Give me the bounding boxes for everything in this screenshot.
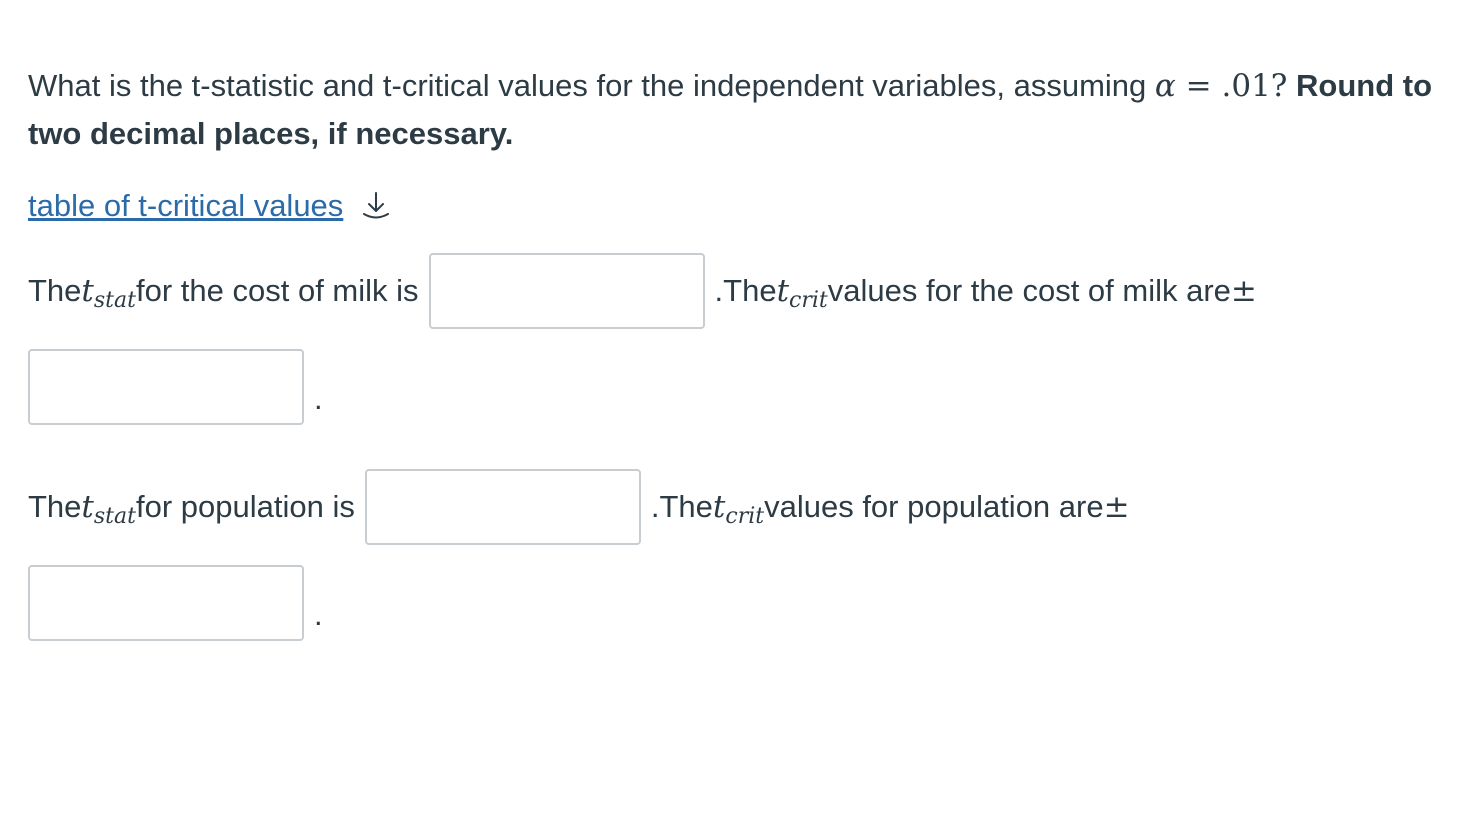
milk-tcrit-symbol: t	[776, 273, 790, 309]
population-plus-minus: ±	[1103, 489, 1130, 525]
population-end-period: .	[314, 597, 323, 632]
question-text: What is the t-statistic and t-critical v…	[28, 62, 1448, 158]
milk-stat-prefix: The	[28, 273, 82, 308]
population-tstat-line: The t stat for population is . The t crit …	[28, 469, 1130, 545]
milk-tcrit-input[interactable]	[28, 349, 304, 425]
population-period: .	[650, 489, 660, 524]
population-t-symbol: t	[81, 489, 94, 525]
alpha-value: .01?	[1221, 68, 1288, 104]
population-crit-prefix: The	[659, 489, 713, 524]
population-crit-label: values for population are	[764, 489, 1104, 524]
population-stat-label: for population is	[135, 489, 355, 524]
milk-tstat-input[interactable]	[428, 253, 705, 329]
milk-plus-minus: ±	[1230, 273, 1257, 309]
milk-period: .	[714, 273, 724, 308]
t-critical-table-link[interactable]: table of t-critical values	[28, 188, 343, 224]
alpha-symbol: α	[1154, 68, 1176, 104]
milk-crit-label: values for the cost of milk are	[827, 273, 1231, 308]
question-prompt: What is the t-statistic and t-critical v…	[28, 68, 1155, 103]
milk-stat-label: for the cost of milk is	[135, 273, 419, 308]
milk-crit-subscript: crit	[789, 287, 828, 313]
milk-crit-prefix: The	[723, 273, 777, 308]
milk-stat-subscript: stat	[93, 287, 136, 313]
download-arrow-icon[interactable]	[359, 189, 393, 223]
population-stat-subscript: stat	[93, 503, 136, 529]
population-tcrit-input[interactable]	[28, 565, 304, 641]
milk-t-symbol: t	[81, 273, 94, 309]
milk-tstat-line: The t stat for the cost of milk is . The …	[28, 253, 1257, 329]
population-stat-prefix: The	[28, 489, 82, 524]
quiz-question-page: What is the t-statistic and t-critical v…	[0, 0, 1470, 824]
population-tcrit-line: .	[28, 565, 323, 641]
population-crit-subscript: crit	[725, 503, 765, 529]
t-table-link-row: table of t-critical values	[28, 186, 393, 226]
equals-sign: =	[1175, 68, 1222, 104]
milk-end-period: .	[314, 381, 323, 416]
milk-tcrit-line: .	[28, 349, 323, 425]
population-tstat-input[interactable]	[364, 469, 641, 545]
population-tcrit-symbol: t	[712, 489, 726, 525]
